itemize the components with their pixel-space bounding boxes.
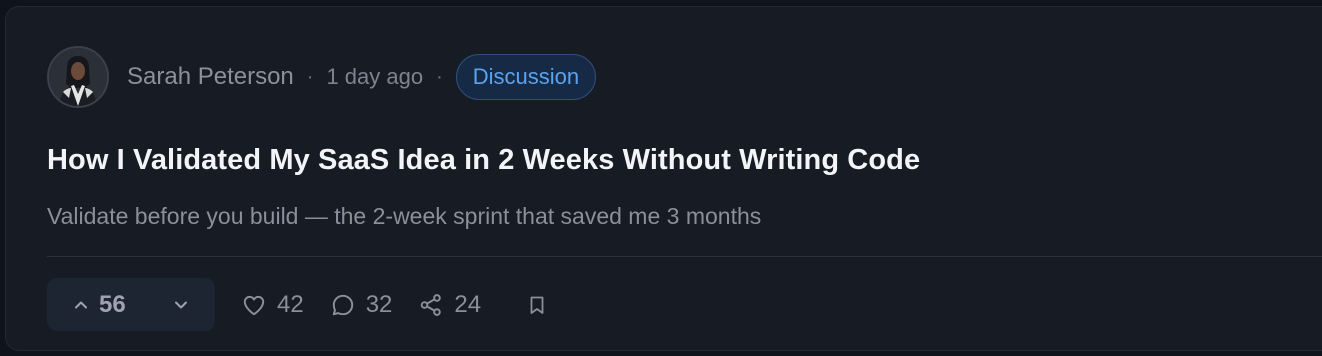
comment-icon bbox=[332, 294, 353, 315]
chevron-up-icon bbox=[75, 301, 87, 308]
like-button[interactable]: 42 bbox=[241, 291, 304, 319]
post-card[interactable]: Sarah Peterson · 1 day ago · Discussion … bbox=[5, 6, 1322, 351]
like-count: 42 bbox=[277, 290, 304, 318]
heart-icon bbox=[243, 295, 265, 315]
share-icon bbox=[421, 293, 442, 316]
bookmark-icon bbox=[530, 296, 544, 314]
post-actions: 56 42 32 24 bbox=[47, 278, 549, 331]
vote-control: 56 bbox=[47, 278, 215, 331]
downvote-button[interactable] bbox=[167, 295, 195, 315]
bookmark-button[interactable] bbox=[525, 293, 549, 317]
post-subtitle: Validate before you build — the 2-week s… bbox=[47, 203, 762, 229]
comment-count: 32 bbox=[365, 290, 393, 318]
post-header: Sarah Peterson · 1 day ago · Discussion bbox=[47, 45, 597, 109]
author-name[interactable]: Sarah Peterson bbox=[127, 63, 294, 91]
share-count: 24 bbox=[454, 290, 482, 318]
separator-dot: · bbox=[306, 65, 314, 88]
post-title[interactable]: How I Validated My SaaS Idea in 2 Weeks … bbox=[47, 144, 920, 177]
post-timestamp: 1 day ago bbox=[326, 64, 424, 89]
upvote-button[interactable] bbox=[67, 295, 95, 315]
avatar[interactable] bbox=[47, 46, 109, 108]
vote-count: 56 bbox=[99, 290, 126, 318]
chevron-down-icon bbox=[175, 301, 187, 308]
separator-dot: · bbox=[436, 65, 443, 88]
category-badge[interactable]: Discussion bbox=[455, 54, 597, 100]
avatar-image bbox=[49, 48, 107, 106]
divider bbox=[47, 256, 1322, 257]
share-button[interactable]: 24 bbox=[418, 291, 481, 319]
comment-button[interactable]: 32 bbox=[330, 290, 393, 319]
